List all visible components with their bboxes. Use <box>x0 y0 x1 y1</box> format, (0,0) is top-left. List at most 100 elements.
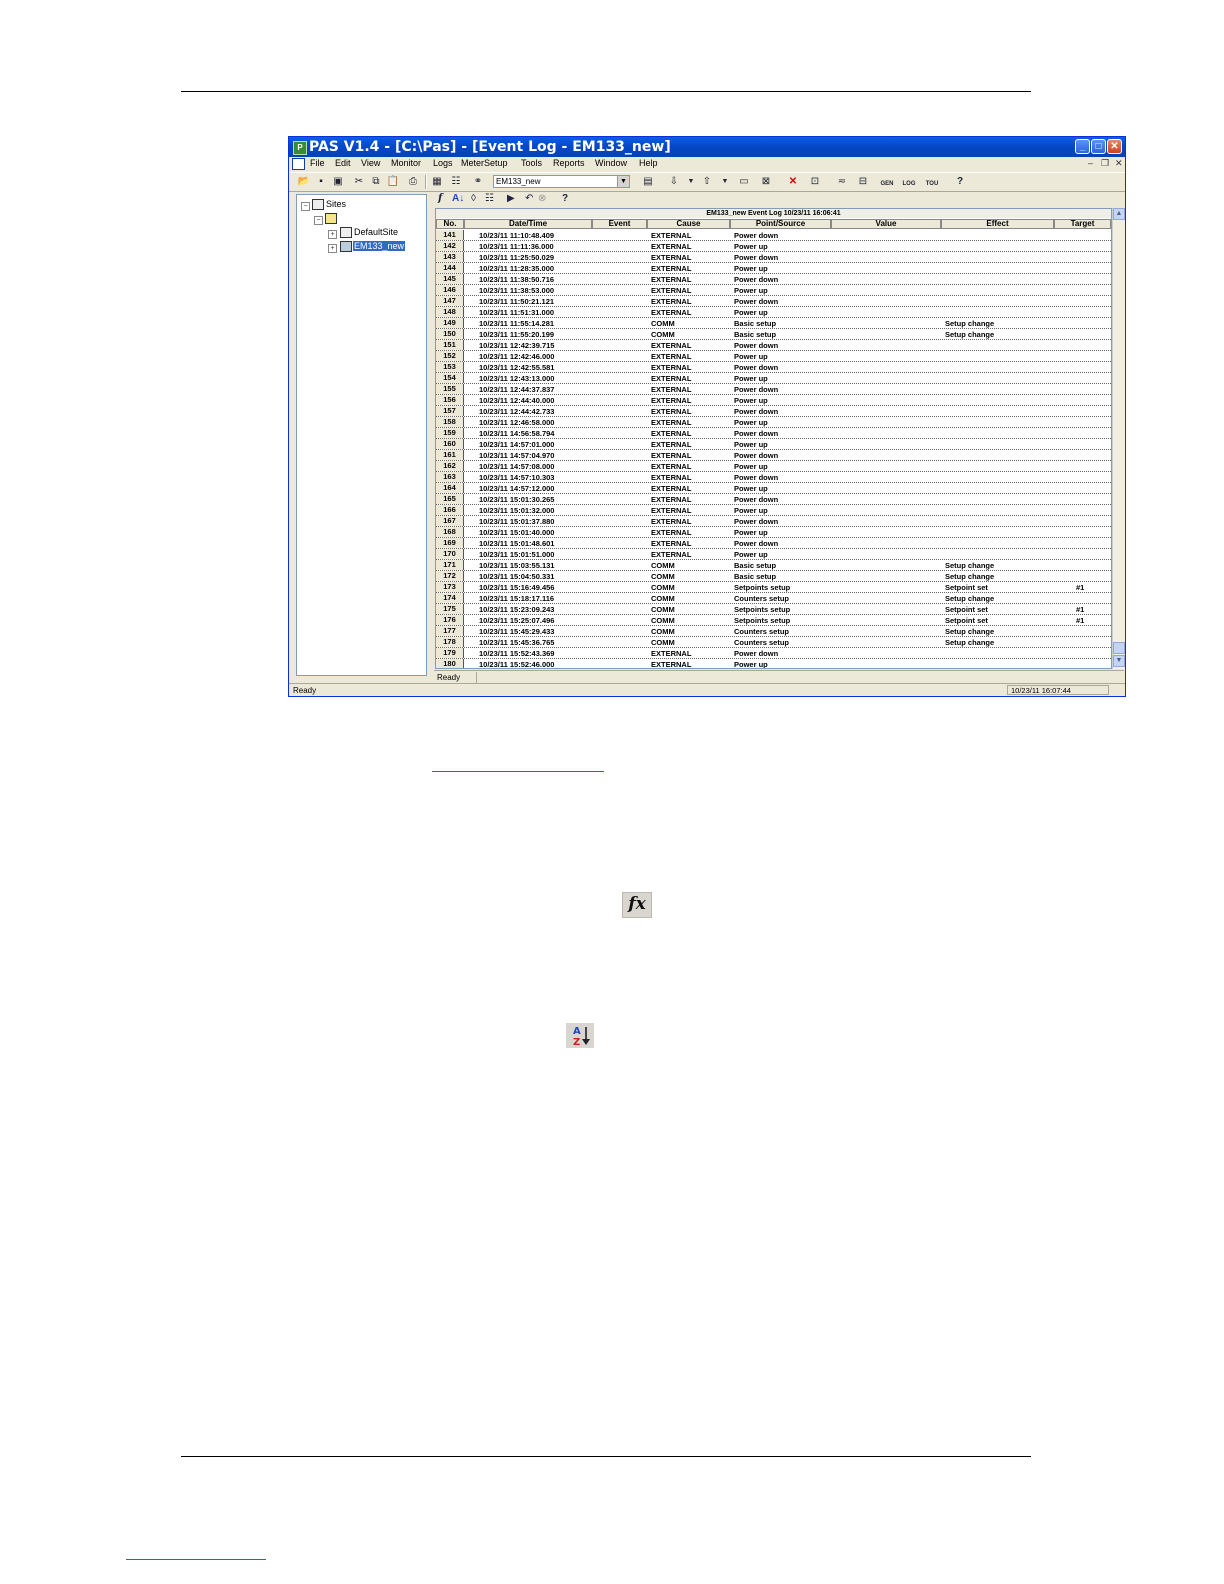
table-row[interactable]: 166 10/23/11 15:01:32.000 EXTERNAL Power up <box>436 505 1111 516</box>
close-button[interactable]: ✕ <box>1107 139 1122 154</box>
col-header-target[interactable]: Target <box>1054 219 1111 229</box>
tree-node-meter[interactable]: EM133_new <box>353 241 406 251</box>
scroll-thumb[interactable] <box>1113 642 1125 654</box>
col-header-value[interactable]: Value <box>831 219 941 229</box>
mdi-close-button[interactable]: ✕ <box>1115 158 1123 169</box>
body-link-underline[interactable] <box>432 771 604 772</box>
menu-window[interactable]: Window <box>595 158 627 168</box>
minimize-button[interactable]: _ <box>1075 139 1090 154</box>
table-row[interactable]: 168 10/23/11 15:01:40.000 EXTERNAL Power up <box>436 527 1111 538</box>
sort-az-button-icon[interactable]: A↓ <box>452 193 464 204</box>
table-row[interactable]: 163 10/23/11 14:57:10.303 EXTERNAL Power do… <box>436 472 1111 483</box>
properties-icon[interactable]: ☷ <box>449 175 463 188</box>
menu-help[interactable]: Help <box>639 158 658 168</box>
filter-fx-icon[interactable]: f <box>438 193 442 204</box>
mdi-document-icon[interactable] <box>292 158 305 170</box>
table-row[interactable]: 175 10/23/11 15:23:09.243 COMM Setpoints se… <box>436 604 1111 615</box>
table-row[interactable]: 152 10/23/11 12:42:46.000 EXTERNAL Power up <box>436 351 1111 362</box>
table-row[interactable]: 154 10/23/11 12:43:13.000 EXTERNAL Power up <box>436 373 1111 384</box>
table-row[interactable]: 147 10/23/11 11:50:21.121 EXTERNAL Power do… <box>436 296 1111 307</box>
table-row[interactable]: 158 10/23/11 12:46:58.000 EXTERNAL Power up <box>436 417 1111 428</box>
menu-file[interactable]: File <box>310 158 325 168</box>
col-header-effect[interactable]: Effect <box>941 219 1054 229</box>
table-row[interactable]: 169 10/23/11 15:01:48.601 EXTERNAL Power do… <box>436 538 1111 549</box>
save-icon[interactable]: ▪ <box>314 175 328 188</box>
table-row[interactable]: 141 10/23/11 11:10:48.409 EXTERNAL Power do… <box>436 230 1111 241</box>
tree-node-sites[interactable]: Sites <box>326 199 346 209</box>
menu-metersetup[interactable]: MeterSetup <box>461 158 508 168</box>
table-row[interactable]: 160 10/23/11 14:57:01.000 EXTERNAL Power up <box>436 439 1111 450</box>
grid-vertical-scrollbar[interactable]: ▲ ▼ <box>1112 208 1125 669</box>
table-row[interactable]: 153 10/23/11 12:42:55.581 EXTERNAL Power do… <box>436 362 1111 373</box>
table-row[interactable]: 177 10/23/11 15:45:29.433 COMM Counters set… <box>436 626 1111 637</box>
table-row[interactable]: 178 10/23/11 15:45:36.765 COMM Counters set… <box>436 637 1111 648</box>
table-row[interactable]: 151 10/23/11 12:42:39.715 EXTERNAL Power do… <box>436 340 1111 351</box>
table-row[interactable]: 170 10/23/11 15:01:51.000 EXTERNAL Power up <box>436 549 1111 560</box>
chevron-down-icon[interactable]: ▼ <box>617 176 629 187</box>
table-row[interactable]: 171 10/23/11 15:03:55.131 COMM Basic setup S… <box>436 560 1111 571</box>
connect-icon[interactable]: ⚭ <box>471 175 485 188</box>
table-row[interactable]: 143 10/23/11 11:25:50.029 EXTERNAL Power do… <box>436 252 1111 263</box>
calendar-icon[interactable]: ▦ <box>430 175 444 188</box>
next-event-icon[interactable]: ▶ <box>507 193 515 204</box>
delete-icon[interactable]: ✕ <box>786 175 800 188</box>
scroll-up-icon[interactable]: ▲ <box>1113 208 1125 220</box>
table-row[interactable]: 142 10/23/11 11:11:36.000 EXTERNAL Power up <box>436 241 1111 252</box>
menu-reports[interactable]: Reports <box>553 158 585 168</box>
menu-edit[interactable]: Edit <box>335 158 351 168</box>
log-properties-icon[interactable]: ☷ <box>485 193 494 204</box>
cut-icon[interactable]: ✂ <box>352 175 366 188</box>
table-row[interactable]: 167 10/23/11 15:01:37.880 EXTERNAL Power do… <box>436 516 1111 527</box>
meter-select[interactable]: EM133_new ▼ <box>493 175 630 188</box>
stop-icon[interactable]: ⊗ <box>538 193 546 204</box>
open-icon[interactable]: 📂 <box>297 175 311 188</box>
footer-link-underline[interactable] <box>126 1559 266 1560</box>
table-row[interactable]: 145 10/23/11 11:38:50.716 EXTERNAL Power do… <box>436 274 1111 285</box>
save-all-icon[interactable]: ▣ <box>331 175 345 188</box>
tree-collapse-folder[interactable]: − <box>314 216 323 225</box>
table-row[interactable]: 155 10/23/11 12:44:37.837 EXTERNAL Power do… <box>436 384 1111 395</box>
upload-icon[interactable]: ⇧ <box>700 175 714 188</box>
table-row[interactable]: 159 10/23/11 14:56:58.794 EXTERNAL Power do… <box>436 428 1111 439</box>
chart-icon[interactable]: ⊠ <box>759 175 773 188</box>
dropdown-arrow-icon[interactable]: ▼ <box>684 175 698 188</box>
menu-monitor[interactable]: Monitor <box>391 158 421 168</box>
table-row[interactable]: 161 10/23/11 14:57:04.970 EXTERNAL Power do… <box>436 450 1111 461</box>
table-row[interactable]: 148 10/23/11 11:51:31.000 EXTERNAL Power up <box>436 307 1111 318</box>
export-icon[interactable]: ⊟ <box>856 175 870 188</box>
title-bar[interactable]: P PAS V1.4 - [C:\Pas] - [Event Log - EM1… <box>289 137 1125 157</box>
menu-logs[interactable]: Logs <box>433 158 453 168</box>
tree-expand-defaultsite[interactable]: + <box>328 230 337 239</box>
table-row[interactable]: 180 10/23/11 15:52:46.000 EXTERNAL Power up <box>436 659 1111 668</box>
tree-collapse-sites[interactable]: − <box>301 202 310 211</box>
table-row[interactable]: 174 10/23/11 15:18:17.116 COMM Counters set… <box>436 593 1111 604</box>
table-row[interactable]: 179 10/23/11 15:52:43.369 EXTERNAL Power do… <box>436 648 1111 659</box>
menu-tools[interactable]: Tools <box>521 158 542 168</box>
scroll-down-icon[interactable]: ▼ <box>1113 655 1125 667</box>
paste-icon[interactable]: 📋 <box>386 175 400 188</box>
undo-icon[interactable]: ↶ <box>525 193 533 204</box>
menu-view[interactable]: View <box>361 158 380 168</box>
col-header-event[interactable]: Event <box>592 219 647 229</box>
col-header-cause[interactable]: Cause <box>647 219 730 229</box>
dropdown-arrow-2-icon[interactable]: ▼ <box>718 175 732 188</box>
table-row[interactable]: 162 10/23/11 14:57:08.000 EXTERNAL Power up <box>436 461 1111 472</box>
table-row[interactable]: 173 10/23/11 15:16:49.456 COMM Setpoints se… <box>436 582 1111 593</box>
table-row[interactable]: 149 10/23/11 11:55:14.281 COMM Basic setup S… <box>436 318 1111 329</box>
table-row[interactable]: 165 10/23/11 15:01:30.265 EXTERNAL Power do… <box>436 494 1111 505</box>
table-icon[interactable]: ▤ <box>641 175 655 188</box>
tree-node-defaultsite[interactable]: DefaultSite <box>354 227 398 237</box>
copy-icon[interactable]: ⧉ <box>369 175 383 188</box>
mdi-restore-button[interactable]: ❐ <box>1101 158 1109 169</box>
help-icon[interactable]: ? <box>953 175 967 188</box>
download-icon[interactable]: ⇩ <box>667 175 681 188</box>
log-help-icon[interactable]: ? <box>562 193 568 204</box>
table-row[interactable]: 176 10/23/11 15:25:07.496 COMM Setpoints se… <box>436 615 1111 626</box>
table-row[interactable]: 144 10/23/11 11:28:35.000 EXTERNAL Power up <box>436 263 1111 274</box>
col-header-point-source[interactable]: Point/Source <box>730 219 831 229</box>
table-row[interactable]: 146 10/23/11 11:38:53.000 EXTERNAL Power up <box>436 285 1111 296</box>
mdi-minimize-button[interactable]: – <box>1088 158 1093 168</box>
print-icon[interactable]: ⎙ <box>406 175 420 188</box>
table-row[interactable]: 156 10/23/11 12:44:40.000 EXTERNAL Power up <box>436 395 1111 406</box>
col-header-no[interactable]: No. <box>436 219 464 229</box>
